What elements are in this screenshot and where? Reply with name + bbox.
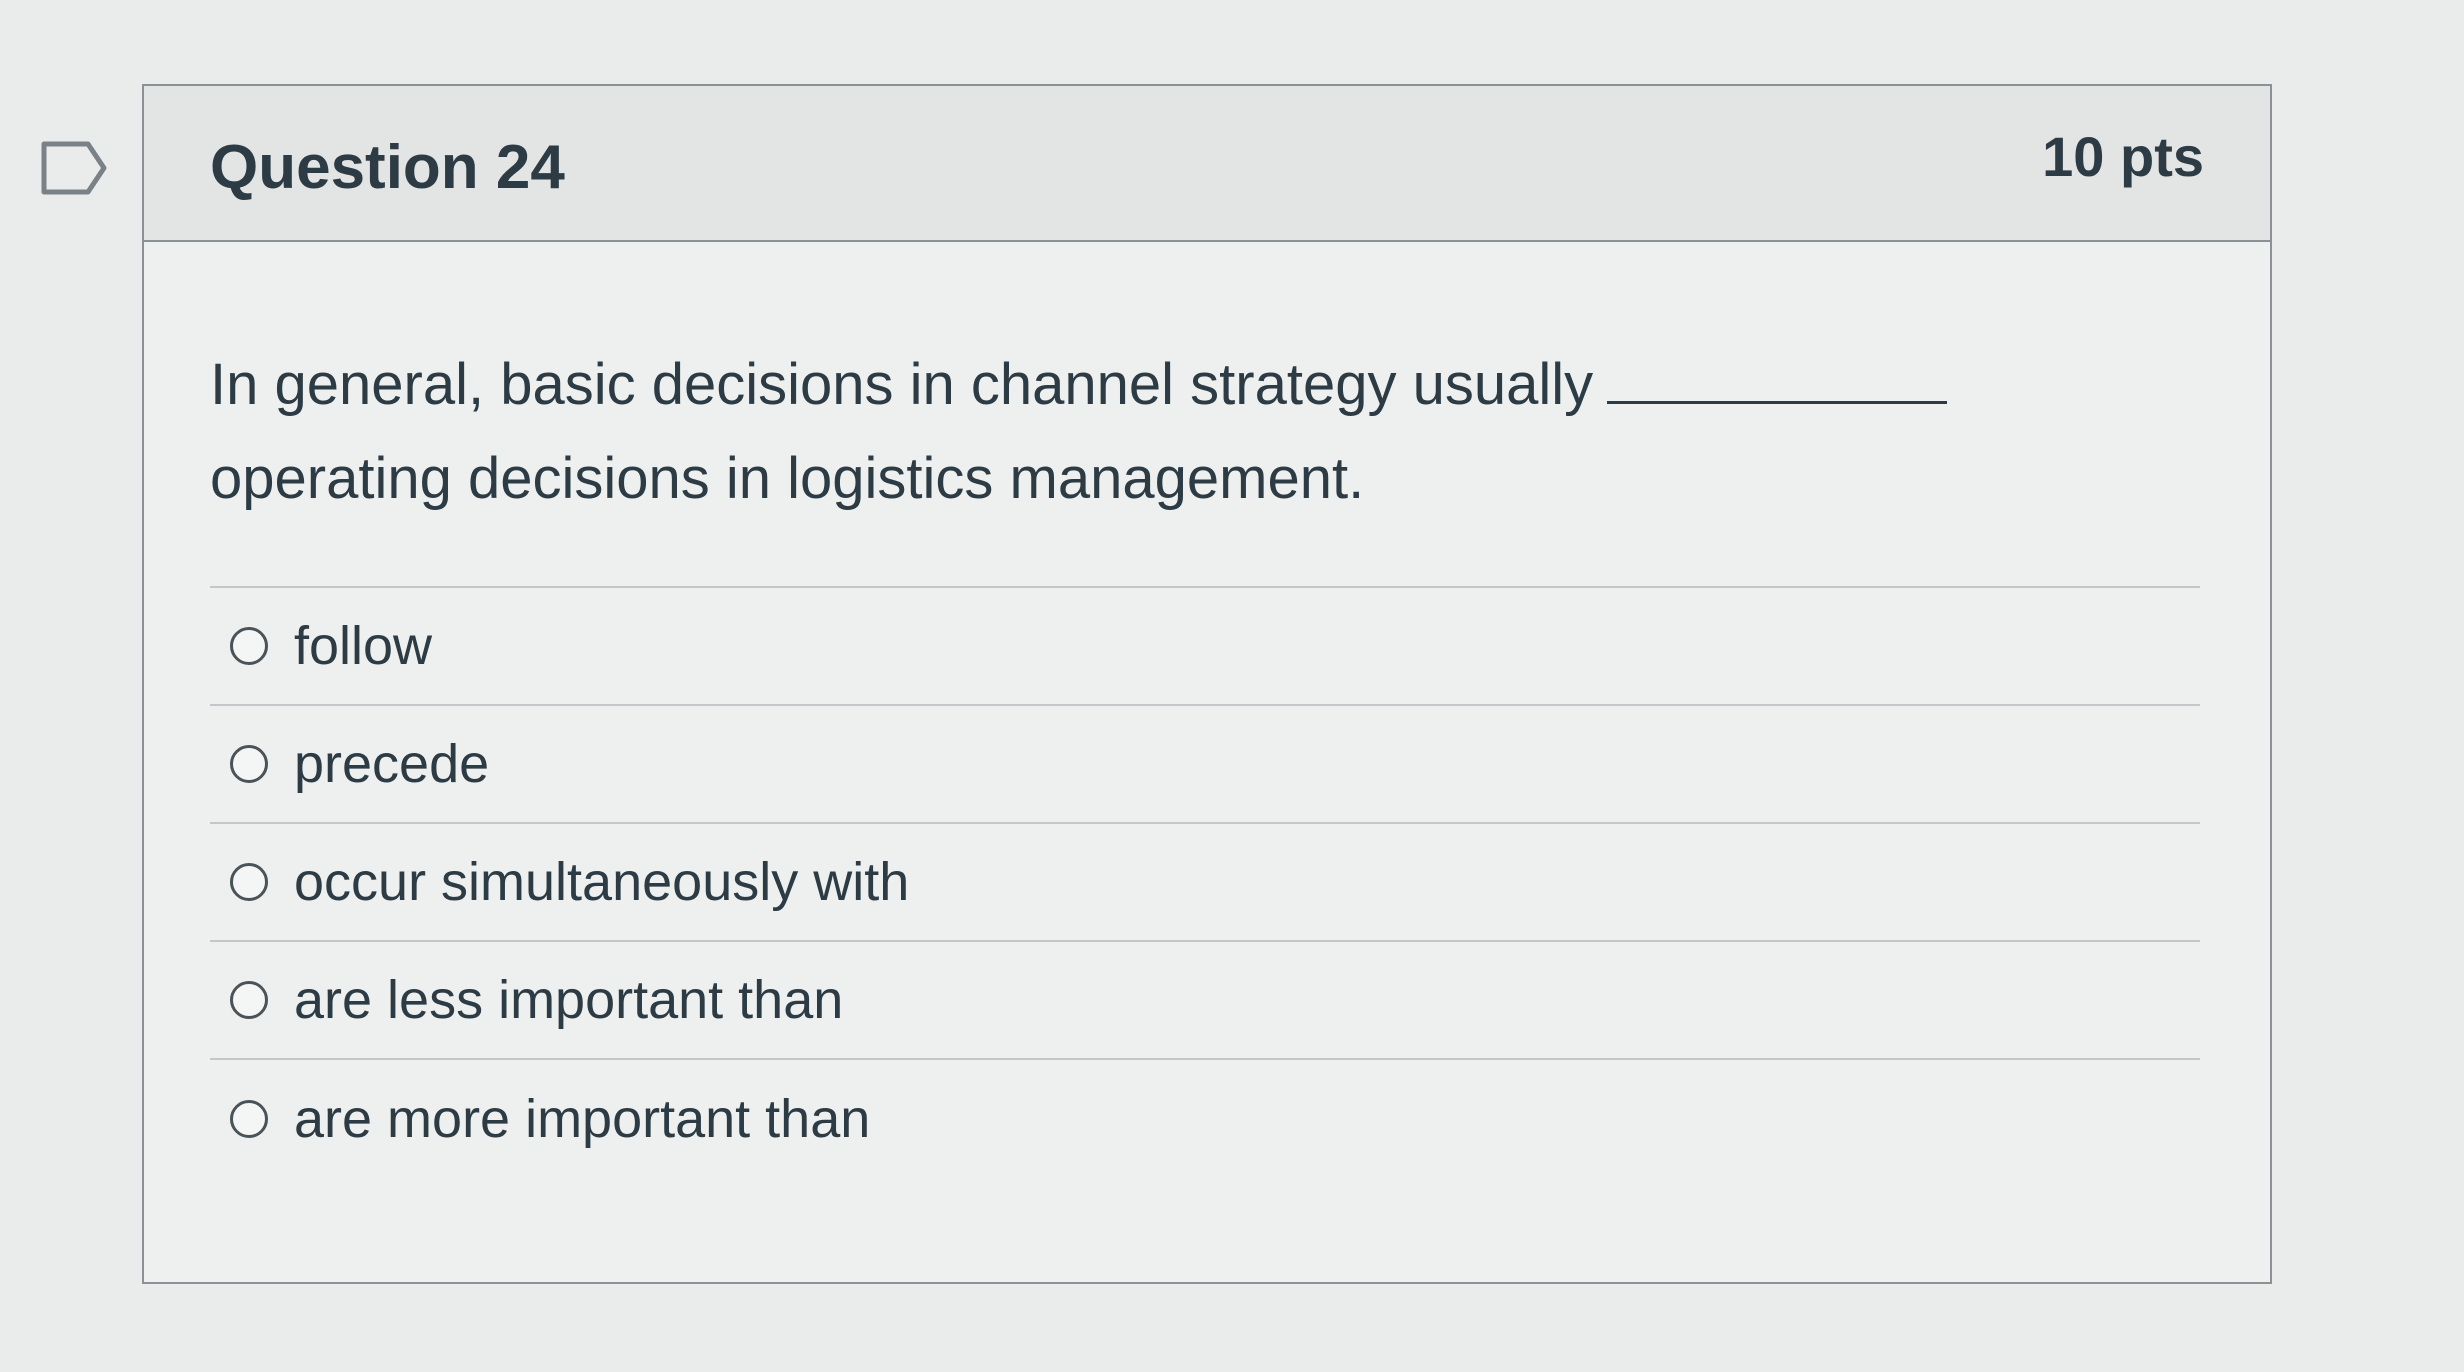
fill-in-blank	[1607, 355, 1948, 404]
answer-label[interactable]: are more important than	[294, 1088, 870, 1150]
answer-option[interactable]: are less important than	[210, 942, 2200, 1060]
answer-label[interactable]: occur simultaneously with	[294, 851, 909, 913]
answer-label[interactable]: precede	[294, 733, 489, 795]
answer-label[interactable]: follow	[294, 615, 432, 677]
question-title: Question 24	[210, 133, 565, 202]
radio-unchecked-icon[interactable]	[230, 863, 268, 901]
answer-option[interactable]: are more important than	[210, 1060, 2200, 1178]
question-text: In general, basic decisions in channel s…	[210, 338, 2190, 526]
radio-unchecked-icon[interactable]	[230, 981, 268, 1019]
question-points: 10 pts	[2042, 125, 2204, 188]
radio-unchecked-icon[interactable]	[230, 745, 268, 783]
question-text-after-blank: operating decisions in logistics managem…	[210, 446, 1365, 511]
answer-option[interactable]: follow	[210, 588, 2200, 706]
question-header: Question 24 10 pts	[144, 86, 2270, 242]
answer-label[interactable]: are less important than	[294, 969, 843, 1031]
radio-unchecked-icon[interactable]	[230, 627, 268, 665]
question-card: Question 24 10 pts In general, basic dec…	[142, 84, 2272, 1284]
answer-option[interactable]: precede	[210, 706, 2200, 824]
answer-option[interactable]: occur simultaneously with	[210, 824, 2200, 942]
question-text-before-blank: In general, basic decisions in channel s…	[210, 352, 1594, 417]
answer-list: follow precede occur simultaneously with…	[210, 586, 2200, 1178]
flag-question-icon[interactable]	[40, 140, 110, 196]
radio-unchecked-icon[interactable]	[230, 1100, 268, 1138]
